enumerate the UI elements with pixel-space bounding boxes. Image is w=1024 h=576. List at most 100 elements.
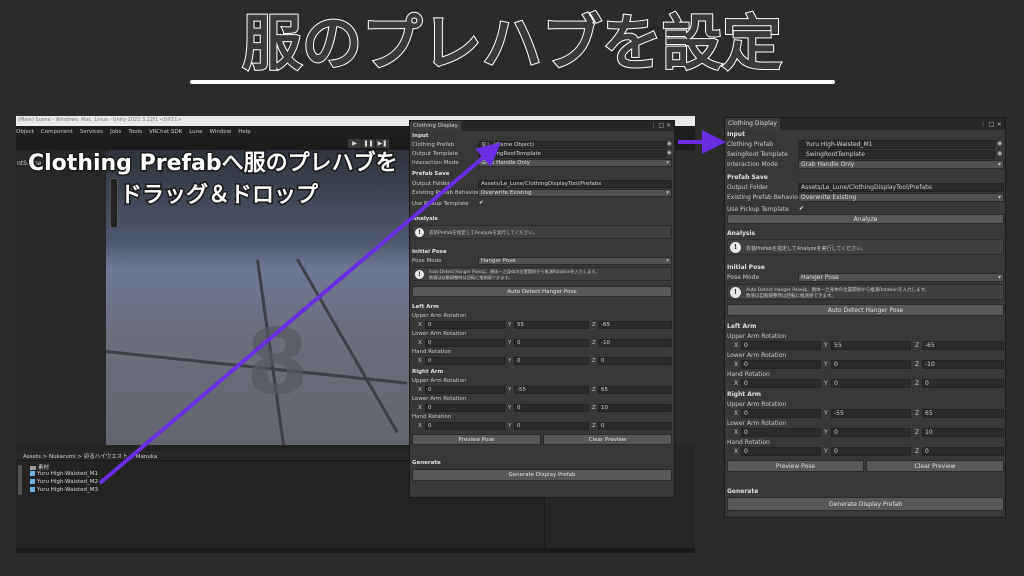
right-upper-z-field[interactable]: 65 <box>598 386 672 394</box>
list-item[interactable]: Yuru High-Waisted_M1 <box>30 471 98 477</box>
right-lower-z-field[interactable]: 10 <box>598 404 672 412</box>
left-upper-x-field[interactable]: 0 <box>741 341 821 350</box>
list-item[interactable]: Yuru High-Waisted_M2 <box>30 479 98 485</box>
pickup-template-checkbox[interactable]: ✔ <box>479 200 484 206</box>
auto-detect-hanger-button[interactable]: Auto Detect Hanger Pose <box>412 286 672 297</box>
menu-help[interactable]: Help <box>238 126 251 138</box>
left-lower-x-field[interactable]: 0 <box>425 339 505 347</box>
menu-component[interactable]: Component <box>41 126 73 138</box>
right-lower-z-field[interactable]: 10 <box>922 428 1004 437</box>
clothing-prefab-field[interactable]: Yuru High-Waisted_M1 <box>798 140 995 149</box>
left-upper-x-field[interactable]: 0 <box>425 321 505 329</box>
left-lower-x-field[interactable]: 0 <box>741 360 821 369</box>
right-upper-y-field[interactable]: -55 <box>514 386 589 394</box>
left-upper-z-field[interactable]: -65 <box>922 341 1004 350</box>
menu-icon[interactable]: ⋮ <box>650 122 656 129</box>
right-hand-y-field[interactable]: 0 <box>514 422 589 430</box>
generate-display-prefab-button[interactable]: Generate Display Prefab <box>412 469 672 481</box>
object-picker-icon[interactable]: ◉ <box>667 141 672 147</box>
right-upper-z-field[interactable]: 65 <box>922 409 1004 418</box>
right-hand-z-field[interactable]: 0 <box>598 422 672 430</box>
right-lower-y-field[interactable]: 0 <box>831 428 911 437</box>
section-left-arm: Left Arm <box>727 323 757 330</box>
tab-clothing-display[interactable]: Clothing Display <box>410 121 461 131</box>
existing-prefab-dropdown[interactable]: Overwrite Existing ▾ <box>798 193 1004 202</box>
axis-x: X <box>418 340 422 346</box>
left-lower-z-field[interactable]: -10 <box>922 360 1004 369</box>
right-upper-x-field[interactable]: 0 <box>425 386 505 394</box>
breadcrumb-text[interactable]: Assets > Nukarumi > 卯るハイウエスト > Manuka <box>23 452 157 460</box>
left-hand-y-field[interactable]: 0 <box>831 379 911 388</box>
swingroot-field[interactable]: SwingRootTemplate <box>798 150 995 159</box>
pickup-template-checkbox[interactable]: ✔ <box>799 205 804 212</box>
list-item[interactable]: Yuru High-Waisted_M3 <box>30 487 98 493</box>
clear-preview-button[interactable]: Clear Preview <box>866 460 1004 472</box>
generate-display-prefab-button[interactable]: Generate Display Prefab <box>727 497 1004 511</box>
right-upper-x-field[interactable]: 0 <box>741 409 821 418</box>
left-lower-z-field[interactable]: -10 <box>598 339 672 347</box>
section-prefab-save: Prefab Save <box>412 171 450 177</box>
right-hand-y-field[interactable]: 0 <box>831 447 911 456</box>
analyze-button[interactable]: Analyze <box>727 214 1004 224</box>
menu-object[interactable]: Object <box>16 126 34 138</box>
project-scrollbar[interactable] <box>18 465 22 495</box>
auto-detect-hanger-button[interactable]: Auto Detect Hanger Pose <box>727 304 1004 316</box>
list-item[interactable]: 素材 <box>30 463 49 471</box>
object-picker-icon[interactable]: ◉ <box>997 140 1002 147</box>
axis-y: Y <box>824 429 828 436</box>
interaction-mode-dropdown[interactable]: Grab Handle Only ▾ <box>478 159 672 167</box>
output-folder-field[interactable]: Assets/Le_Lune/ClothingDisplayTool/Prefa… <box>478 180 672 188</box>
object-picker-icon[interactable]: ◉ <box>997 150 1002 157</box>
left-lower-y-field[interactable]: 0 <box>514 339 589 347</box>
axis-y: Y <box>824 361 828 368</box>
preview-pose-button[interactable]: Preview Pose <box>727 460 864 472</box>
right-lower-y-field[interactable]: 0 <box>514 404 589 412</box>
right-lower-x-field[interactable]: 0 <box>741 428 821 437</box>
clear-preview-button[interactable]: Clear Preview <box>543 434 672 445</box>
left-upper-y-field[interactable]: 55 <box>514 321 589 329</box>
pose-mode-label: Pose Mode <box>412 258 442 264</box>
existing-prefab-dropdown[interactable]: Overwrite Existing ▾ <box>478 189 672 197</box>
pose-mode-dropdown[interactable]: Hanger Pose ▾ <box>478 257 672 265</box>
menu-jobs[interactable]: Jobs <box>110 126 121 138</box>
swingroot-label: SwingRoot Template <box>727 151 788 158</box>
axis-y: Y <box>508 387 512 393</box>
preview-pose-button[interactable]: Preview Pose <box>412 434 541 445</box>
scene-tool-palette[interactable] <box>110 178 118 228</box>
menu-lune[interactable]: Lune <box>189 126 202 138</box>
menu-services[interactable]: Services <box>80 126 103 138</box>
maximize-icon[interactable]: □ <box>988 120 994 128</box>
left-hand-z-field[interactable]: 0 <box>922 379 1004 388</box>
menu-tools[interactable]: Tools <box>128 126 142 138</box>
right-hand-x-field[interactable]: 0 <box>425 422 505 430</box>
close-icon[interactable]: × <box>666 122 671 129</box>
interaction-mode-dropdown[interactable]: Grab Handle Only ▾ <box>798 160 1004 169</box>
output-folder-field[interactable]: Assets/Le_Lune/ClothingDisplayTool/Prefa… <box>798 183 1004 192</box>
right-lower-x-field[interactable]: 0 <box>425 404 505 412</box>
left-hand-z-field[interactable]: 0 <box>598 357 672 365</box>
left-upper-y-field[interactable]: 55 <box>831 341 911 350</box>
menu-icon[interactable]: ⋮ <box>980 120 987 128</box>
left-upper-z-field[interactable]: -65 <box>598 321 672 329</box>
left-hand-x-field[interactable]: 0 <box>741 379 821 388</box>
right-hand-x-field[interactable]: 0 <box>741 447 821 456</box>
right-hand-z-field[interactable]: 0 <box>922 447 1004 456</box>
axis-x: X <box>734 410 739 417</box>
right-upper-y-field[interactable]: -55 <box>831 409 911 418</box>
left-hand-x-field[interactable]: 0 <box>425 357 505 365</box>
menu-vrchat-sdk[interactable]: VRChat SDK <box>149 126 182 138</box>
ground-marking: 8 <box>246 310 309 415</box>
left-lower-y-field[interactable]: 0 <box>831 360 911 369</box>
object-picker-icon[interactable]: ◉ <box>667 150 672 156</box>
maximize-icon[interactable]: □ <box>658 122 664 129</box>
tab-clothing-display[interactable]: Clothing Display <box>725 118 780 130</box>
chevron-down-icon: ▾ <box>997 161 1001 168</box>
swingroot-field[interactable]: SwingRootTemplate <box>478 150 666 158</box>
pose-mode-dropdown[interactable]: Hanger Pose ▾ <box>798 273 1004 282</box>
menu-window[interactable]: Window <box>210 126 232 138</box>
left-hand-y-field[interactable]: 0 <box>514 357 589 365</box>
axis-z: Z <box>592 358 596 364</box>
close-icon[interactable]: × <box>997 120 1002 128</box>
clothing-prefab-field[interactable]: なし (Game Object) <box>478 141 666 149</box>
axis-z: Z <box>915 448 920 455</box>
